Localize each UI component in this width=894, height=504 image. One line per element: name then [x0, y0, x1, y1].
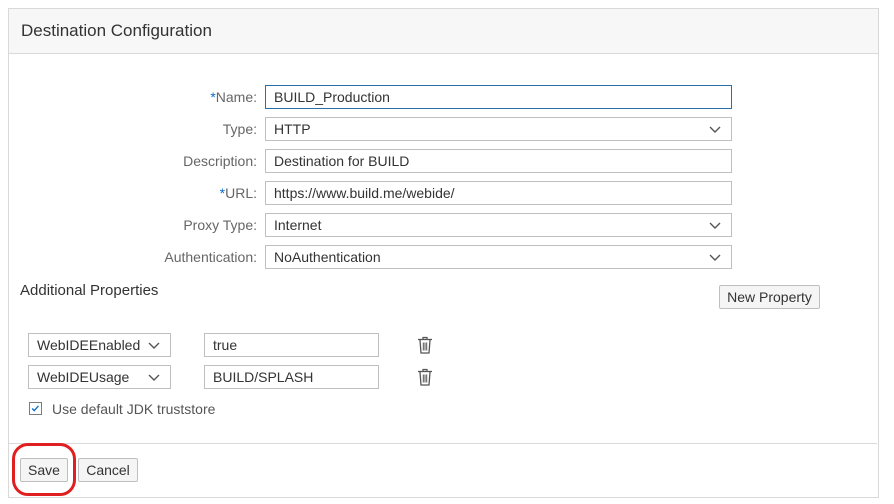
property-key-select[interactable]: WebIDEUsage	[28, 365, 171, 389]
type-select[interactable]: HTTP	[265, 117, 732, 141]
name-input[interactable]: BUILD_Production	[265, 85, 732, 109]
authentication-select-value: NoAuthentication	[274, 249, 381, 265]
check-icon	[31, 405, 39, 412]
cancel-button[interactable]: Cancel	[78, 458, 138, 482]
type-label: Type:	[222, 121, 257, 137]
proxy-type-select[interactable]: Internet	[265, 213, 732, 237]
url-input[interactable]: https://www.build.me/webide/	[265, 181, 732, 205]
additional-properties-title: Additional Properties	[20, 282, 159, 299]
new-property-button[interactable]: New Property	[719, 285, 820, 309]
save-highlight-annotation	[12, 443, 76, 496]
property-key-value: WebIDEEnabled	[37, 337, 141, 353]
chevron-down-icon	[709, 126, 721, 133]
property-key-value: WebIDEUsage	[37, 369, 130, 385]
property-value-input[interactable]: BUILD/SPLASH	[204, 365, 379, 389]
property-value-input[interactable]: true	[204, 333, 379, 357]
chevron-down-icon	[148, 342, 160, 349]
chevron-down-icon	[148, 374, 160, 381]
use-default-jdk-label: Use default JDK truststore	[52, 401, 216, 417]
type-select-value: HTTP	[274, 121, 311, 137]
description-input[interactable]: Destination for BUILD	[265, 149, 732, 173]
description-label: Description:	[183, 153, 257, 169]
panel-header: Destination Configuration	[9, 9, 878, 54]
trash-icon[interactable]	[417, 336, 433, 354]
url-label: *URL:	[219, 185, 257, 201]
footer-divider	[9, 443, 877, 444]
chevron-down-icon	[709, 254, 721, 261]
proxy-type-label: Proxy Type:	[183, 217, 257, 233]
authentication-select[interactable]: NoAuthentication	[265, 245, 732, 269]
trash-icon[interactable]	[417, 368, 433, 386]
name-label: *Name:	[210, 89, 257, 105]
property-key-select[interactable]: WebIDEEnabled	[28, 333, 171, 357]
proxy-type-select-value: Internet	[274, 217, 322, 233]
authentication-label: Authentication:	[164, 249, 257, 265]
chevron-down-icon	[709, 222, 721, 229]
use-default-jdk-checkbox[interactable]	[29, 402, 42, 415]
panel-title: Destination Configuration	[21, 21, 212, 40]
